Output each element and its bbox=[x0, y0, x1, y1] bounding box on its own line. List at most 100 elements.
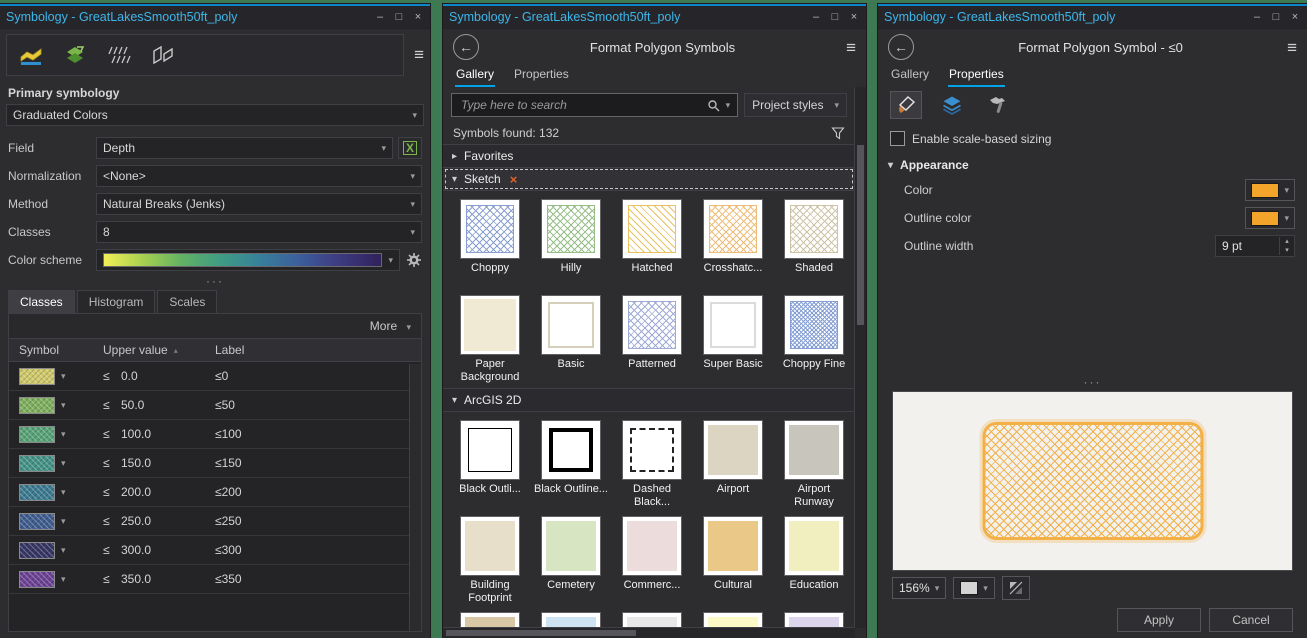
symbol-item[interactable]: Cultural bbox=[695, 516, 771, 606]
tab-gallery[interactable]: Gallery bbox=[455, 65, 496, 87]
symbol-item[interactable]: Commerc... bbox=[614, 516, 690, 606]
symbol-item[interactable]: Basic bbox=[533, 295, 609, 385]
symbol-item[interactable]: Cemetery bbox=[533, 516, 609, 606]
close-icon[interactable]: × bbox=[1289, 11, 1301, 23]
filter-icon[interactable] bbox=[831, 126, 845, 140]
restore-icon[interactable]: □ bbox=[1270, 11, 1282, 23]
restore-icon[interactable]: □ bbox=[829, 11, 841, 23]
class-symbol-swatch[interactable] bbox=[19, 454, 55, 472]
outline-color-picker-dropdown[interactable]: ▾ bbox=[1245, 207, 1295, 229]
class-symbol-swatch[interactable] bbox=[19, 570, 55, 588]
preview-compare-toggle[interactable] bbox=[1001, 576, 1030, 600]
symbol-item[interactable]: Education bbox=[776, 516, 852, 606]
chevron-down-icon[interactable]: ▾ bbox=[61, 487, 66, 498]
search-icon[interactable] bbox=[707, 99, 720, 112]
symbol-item[interactable]: Paper Background bbox=[452, 295, 528, 385]
chevron-down-icon[interactable]: ▾ bbox=[61, 545, 66, 556]
symbol-item[interactable]: Patterned bbox=[614, 295, 690, 385]
stepper-down-icon[interactable]: ▾ bbox=[1280, 246, 1294, 255]
vertical-scrollbar[interactable] bbox=[854, 87, 866, 628]
symbol-item[interactable] bbox=[776, 612, 852, 628]
symbol-item[interactable]: Shaded bbox=[776, 199, 852, 289]
cancel-button[interactable]: Cancel bbox=[1209, 608, 1293, 632]
back-button[interactable]: ← bbox=[888, 34, 914, 60]
table-scrollbar[interactable] bbox=[409, 364, 421, 631]
symbol-item[interactable] bbox=[614, 612, 690, 628]
class-symbol-swatch[interactable] bbox=[19, 512, 55, 530]
symbol-item[interactable]: Airport bbox=[695, 420, 771, 510]
symbol-item[interactable]: Choppy Fine bbox=[776, 295, 852, 385]
class-symbol-swatch[interactable] bbox=[19, 367, 55, 385]
menu-icon[interactable]: ≡ bbox=[1287, 39, 1297, 56]
table-row[interactable]: ▾ ≤150.0 ≤150 bbox=[9, 449, 421, 478]
pane-splitter-handle[interactable]: ··· bbox=[878, 375, 1307, 391]
remove-style-icon[interactable]: × bbox=[510, 172, 518, 187]
chevron-down-icon[interactable]: ▾ bbox=[61, 516, 66, 527]
vary-symbology-icon[interactable] bbox=[63, 44, 87, 66]
symbol-item[interactable]: Building Footprint bbox=[452, 516, 528, 606]
color-scheme-dropdown[interactable]: ▾ bbox=[96, 249, 400, 271]
symbol-item[interactable]: Crosshatc... bbox=[695, 199, 771, 289]
symbol-item[interactable]: Choppy bbox=[452, 199, 528, 289]
outline-width-stepper[interactable]: 9 pt ▴ ▾ bbox=[1215, 235, 1295, 257]
stepper-up-icon[interactable]: ▴ bbox=[1280, 237, 1294, 246]
search-input[interactable] bbox=[459, 97, 707, 113]
color-picker-dropdown[interactable]: ▾ bbox=[1245, 179, 1295, 201]
header-symbol[interactable]: Symbol bbox=[9, 343, 103, 357]
symbol-item[interactable]: Dashed Black... bbox=[614, 420, 690, 510]
field-dropdown[interactable]: Depth ▾ bbox=[96, 137, 393, 159]
zoom-dropdown[interactable]: 156% ▾ bbox=[892, 577, 947, 599]
tab-gallery[interactable]: Gallery bbox=[890, 65, 930, 87]
tab-properties[interactable]: Properties bbox=[513, 65, 570, 87]
close-icon[interactable]: × bbox=[848, 11, 860, 23]
project-styles-dropdown[interactable]: Project styles ▾ bbox=[744, 93, 847, 117]
symbology-type-dropdown[interactable]: Graduated Colors ▾ bbox=[6, 104, 424, 126]
class-symbol-swatch[interactable] bbox=[19, 425, 55, 443]
appearance-section-header[interactable]: ▾ Appearance bbox=[878, 152, 1307, 176]
pane-splitter-handle[interactable]: ··· bbox=[0, 274, 430, 290]
table-row[interactable]: ▾ ≤0.0 ≤0 bbox=[9, 362, 421, 391]
horizontal-scrollbar[interactable] bbox=[443, 627, 855, 638]
scrollbar-thumb[interactable] bbox=[857, 145, 864, 325]
section-arcgis-2d[interactable]: ▾ ArcGIS 2D bbox=[443, 388, 855, 412]
chevron-down-icon[interactable]: ▾ bbox=[61, 458, 66, 469]
hammer-icon[interactable] bbox=[982, 91, 1014, 119]
chevron-down-icon[interactable]: ▾ bbox=[61, 574, 66, 585]
symbol-item[interactable] bbox=[695, 612, 771, 628]
tab-scales[interactable]: Scales bbox=[157, 290, 218, 313]
layers-icon[interactable] bbox=[936, 91, 968, 119]
symbol-item[interactable] bbox=[533, 612, 609, 628]
table-row[interactable]: ▾ ≤300.0 ≤300 bbox=[9, 536, 421, 565]
symbol-item[interactable]: Super Basic bbox=[695, 295, 771, 385]
close-icon[interactable]: × bbox=[412, 11, 424, 23]
scale-based-sizing-row[interactable]: Enable scale-based sizing bbox=[878, 125, 1307, 152]
tab-histogram[interactable]: Histogram bbox=[76, 290, 156, 313]
header-upper-value[interactable]: Upper value ▴ bbox=[103, 343, 215, 357]
classes-dropdown[interactable]: 8 ▾ bbox=[96, 221, 422, 243]
header-label[interactable]: Label bbox=[215, 343, 421, 357]
minimize-icon[interactable]: – bbox=[374, 11, 386, 23]
table-row[interactable]: ▾ ≤250.0 ≤250 bbox=[9, 507, 421, 536]
tab-properties[interactable]: Properties bbox=[948, 65, 1005, 87]
table-row[interactable]: ▾ ≤200.0 ≤200 bbox=[9, 478, 421, 507]
advanced-symbology-icon[interactable] bbox=[151, 44, 175, 66]
gear-icon[interactable] bbox=[406, 252, 422, 268]
class-symbol-swatch[interactable] bbox=[19, 483, 55, 501]
chevron-down-icon[interactable]: ▾ bbox=[61, 429, 66, 440]
scale-based-sizing-checkbox[interactable] bbox=[890, 131, 905, 146]
minimize-icon[interactable]: – bbox=[810, 11, 822, 23]
table-row[interactable]: ▾ ≤100.0 ≤100 bbox=[9, 420, 421, 449]
paintbrush-icon[interactable] bbox=[890, 91, 922, 119]
class-symbol-swatch[interactable] bbox=[19, 396, 55, 414]
symbol-item[interactable] bbox=[452, 612, 528, 628]
table-row[interactable]: ▾ ≤350.0 ≤350 bbox=[9, 565, 421, 594]
chevron-down-icon[interactable]: ▾ bbox=[726, 100, 731, 111]
section-sketch[interactable]: ▾ Sketch × bbox=[443, 167, 855, 191]
pane-menu-icon[interactable]: ≡ bbox=[414, 45, 424, 65]
menu-icon[interactable]: ≡ bbox=[846, 39, 856, 56]
method-dropdown[interactable]: Natural Breaks (Jenks) ▾ bbox=[96, 193, 422, 215]
class-symbol-swatch[interactable] bbox=[19, 541, 55, 559]
primary-symbology-icon[interactable] bbox=[19, 44, 43, 66]
tab-classes[interactable]: Classes bbox=[8, 290, 75, 313]
section-favorites[interactable]: ▸ Favorites bbox=[443, 144, 855, 168]
